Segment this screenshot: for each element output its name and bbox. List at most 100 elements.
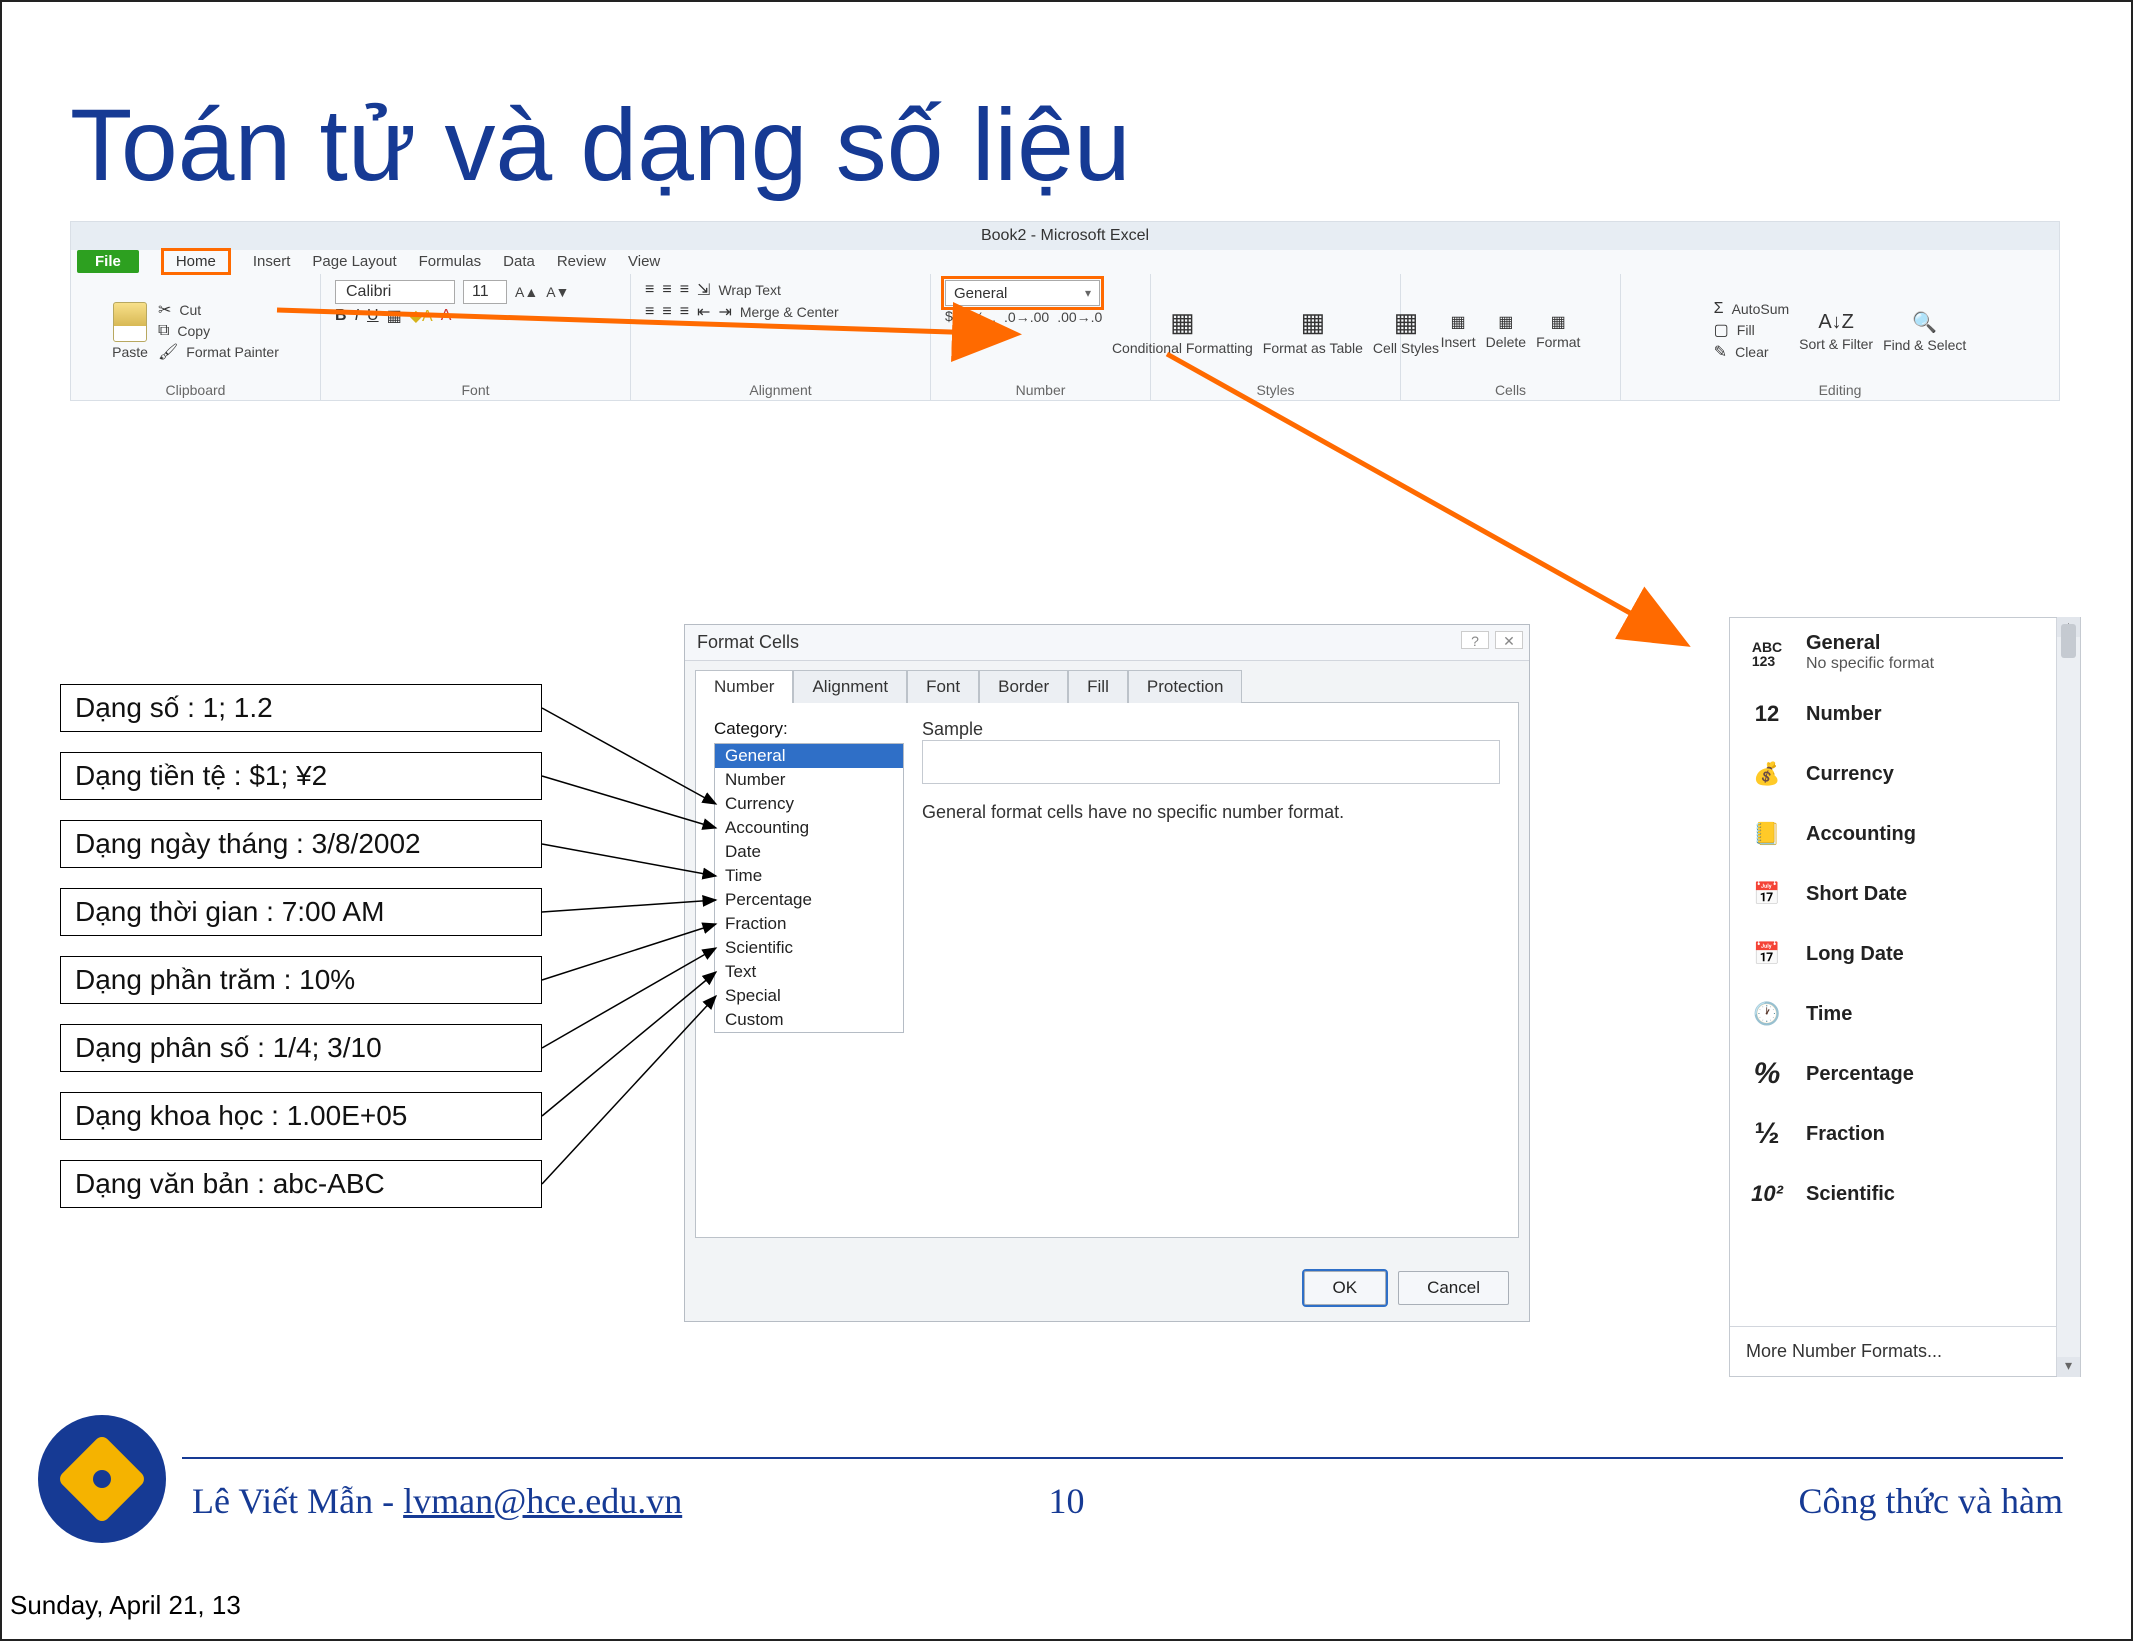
- format-button[interactable]: Format: [1536, 334, 1580, 350]
- dec-decimal-icon[interactable]: .00→.0: [1057, 309, 1102, 325]
- conditional-formatting-button[interactable]: Conditional Formatting: [1112, 340, 1253, 356]
- fmt-general[interactable]: ABC123 General No specific format: [1730, 618, 2080, 684]
- cat-currency[interactable]: Currency: [715, 792, 903, 816]
- italic-button[interactable]: I: [355, 307, 359, 325]
- gallery-scrollbar[interactable]: ▴ ▾: [2056, 618, 2080, 1376]
- number-format-value: General: [954, 285, 1007, 302]
- currency-icon[interactable]: $ ▾: [945, 308, 964, 325]
- tab-home[interactable]: Home: [161, 248, 231, 275]
- dialog-close-icon[interactable]: ✕: [1495, 631, 1523, 649]
- find-select-icon[interactable]: 🔍: [1912, 310, 1937, 335]
- fmt-percentage[interactable]: % Percentage: [1730, 1044, 2080, 1104]
- copy-button[interactable]: Copy: [177, 323, 210, 339]
- more-number-formats-link[interactable]: More Number Formats...: [1730, 1326, 2080, 1376]
- format-table-icon[interactable]: ▦: [1301, 307, 1326, 338]
- cat-time[interactable]: Time: [715, 864, 903, 888]
- format-painter-button[interactable]: Format Painter: [186, 344, 279, 360]
- align-center-icon[interactable]: ≡: [662, 303, 671, 321]
- font-name-dropdown[interactable]: Calibri: [335, 280, 455, 304]
- clear-button[interactable]: Clear: [1735, 344, 1768, 360]
- bold-button[interactable]: B: [335, 307, 347, 325]
- fmt-fraction[interactable]: ½ Fraction: [1730, 1104, 2080, 1164]
- fmt-scientific[interactable]: 10² Scientific: [1730, 1164, 2080, 1224]
- fmt-long-date[interactable]: 📅 Long Date: [1730, 924, 2080, 984]
- decrease-font-icon[interactable]: A▼: [546, 284, 569, 300]
- align-middle-icon[interactable]: ≡: [662, 281, 671, 299]
- dialog-tab-border[interactable]: Border: [979, 670, 1068, 703]
- increase-font-icon[interactable]: A▲: [515, 284, 538, 300]
- cancel-button[interactable]: Cancel: [1398, 1271, 1509, 1305]
- fmt-accounting-icon: 📒: [1742, 812, 1792, 856]
- scroll-thumb[interactable]: [2061, 624, 2076, 658]
- dialog-tab-font[interactable]: Font: [907, 670, 979, 703]
- cat-special[interactable]: Special: [715, 984, 903, 1008]
- number-format-dropdown[interactable]: General ▾: [945, 280, 1100, 306]
- tab-file[interactable]: File: [77, 250, 139, 273]
- paste-button[interactable]: Paste: [112, 344, 148, 360]
- paste-icon: [113, 302, 147, 342]
- dialog-tab-protection[interactable]: Protection: [1128, 670, 1243, 703]
- align-bottom-icon[interactable]: ≡: [680, 281, 689, 299]
- category-label: Category:: [714, 719, 904, 739]
- format-as-table-button[interactable]: Format as Table: [1263, 340, 1363, 356]
- font-color-button[interactable]: A: [441, 307, 452, 325]
- fmt-number[interactable]: 12 Number: [1730, 684, 2080, 744]
- category-list[interactable]: General Number Currency Accounting Date …: [714, 743, 904, 1033]
- dialog-tab-alignment[interactable]: Alignment: [793, 670, 907, 703]
- annotation-time: Dạng thời gian : 7:00 AM: [60, 888, 542, 936]
- align-left-icon[interactable]: ≡: [645, 303, 654, 321]
- fmt-accounting[interactable]: 📒 Accounting: [1730, 804, 2080, 864]
- conditional-formatting-icon[interactable]: ▦: [1170, 307, 1195, 338]
- sort-filter-button[interactable]: Sort & Filter: [1799, 336, 1873, 352]
- tab-review[interactable]: Review: [557, 253, 606, 270]
- fill-color-button[interactable]: ◆A: [410, 306, 433, 326]
- font-size-dropdown[interactable]: 11: [463, 280, 507, 304]
- tab-data[interactable]: Data: [503, 253, 535, 270]
- percent-icon[interactable]: %: [972, 309, 984, 325]
- dialog-title-bar: Format Cells ? ✕: [685, 625, 1529, 661]
- find-select-button[interactable]: Find & Select: [1883, 337, 1966, 353]
- autosum-button[interactable]: AutoSum: [1732, 301, 1790, 317]
- cut-button[interactable]: Cut: [179, 302, 201, 318]
- align-right-icon[interactable]: ≡: [680, 303, 689, 321]
- cat-scientific[interactable]: Scientific: [715, 936, 903, 960]
- insert-cells-icon[interactable]: ▦: [1451, 312, 1466, 332]
- insert-button[interactable]: Insert: [1441, 334, 1476, 350]
- cat-percentage[interactable]: Percentage: [715, 888, 903, 912]
- inc-decimal-icon[interactable]: .0→.00: [1004, 309, 1049, 325]
- cat-number[interactable]: Number: [715, 768, 903, 792]
- comma-icon[interactable]: ,: [992, 309, 996, 325]
- ok-button[interactable]: OK: [1304, 1271, 1387, 1305]
- scroll-down-icon[interactable]: ▾: [2057, 1357, 2080, 1377]
- dialog-tab-number[interactable]: Number: [695, 670, 793, 703]
- sort-filter-icon[interactable]: A↓Z: [1818, 311, 1854, 334]
- orientation-icon[interactable]: ⇲: [697, 280, 710, 300]
- merge-center-button[interactable]: Merge & Center: [740, 304, 839, 320]
- fmt-currency-icon: 💰: [1742, 752, 1792, 796]
- indent-inc-icon[interactable]: ⇥: [718, 302, 731, 322]
- borders-button[interactable]: ▦: [387, 306, 402, 326]
- format-cells-icon[interactable]: ▦: [1551, 312, 1566, 332]
- dialog-help-icon[interactable]: ?: [1461, 631, 1489, 649]
- fmt-currency[interactable]: 💰 Currency: [1730, 744, 2080, 804]
- tab-formulas[interactable]: Formulas: [419, 253, 482, 270]
- align-top-icon[interactable]: ≡: [645, 281, 654, 299]
- fill-button[interactable]: Fill: [1737, 322, 1755, 338]
- tab-insert[interactable]: Insert: [253, 253, 291, 270]
- indent-dec-icon[interactable]: ⇤: [697, 302, 710, 322]
- cat-general[interactable]: General: [715, 744, 903, 768]
- tab-view[interactable]: View: [628, 253, 660, 270]
- fmt-short-date[interactable]: 📅 Short Date: [1730, 864, 2080, 924]
- cat-accounting[interactable]: Accounting: [715, 816, 903, 840]
- dialog-tab-fill[interactable]: Fill: [1068, 670, 1128, 703]
- wrap-text-button[interactable]: Wrap Text: [718, 282, 781, 298]
- fmt-time[interactable]: 🕐 Time: [1730, 984, 2080, 1044]
- delete-button[interactable]: Delete: [1486, 334, 1526, 350]
- cat-custom[interactable]: Custom: [715, 1008, 903, 1032]
- tab-page-layout[interactable]: Page Layout: [312, 253, 396, 270]
- underline-button[interactable]: U: [367, 307, 379, 325]
- cat-fraction[interactable]: Fraction: [715, 912, 903, 936]
- cat-text[interactable]: Text: [715, 960, 903, 984]
- delete-cells-icon[interactable]: ▦: [1498, 312, 1513, 332]
- cat-date[interactable]: Date: [715, 840, 903, 864]
